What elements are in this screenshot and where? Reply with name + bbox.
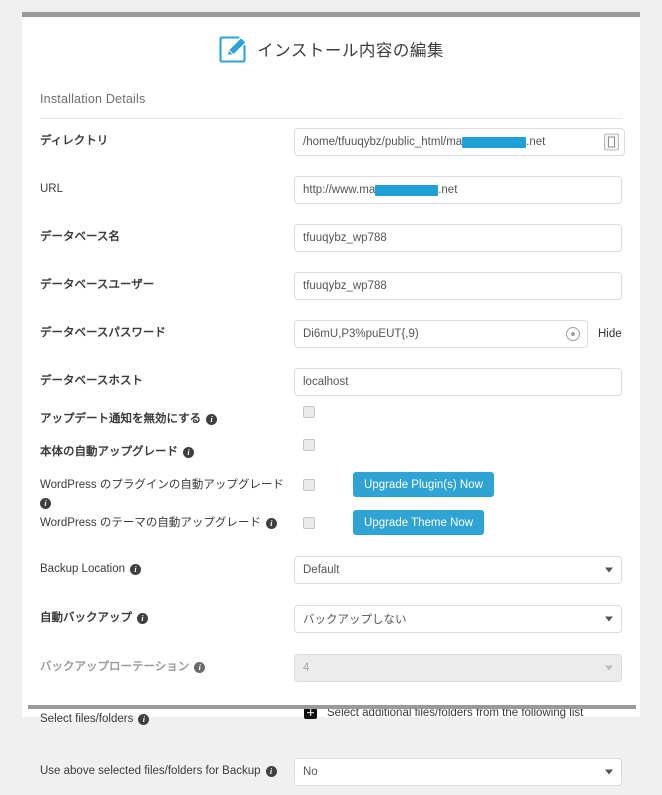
disable-update-notify-checkbox[interactable] — [303, 406, 315, 418]
url-input[interactable]: http://www.ma .net — [294, 176, 622, 204]
url-value-prefix: http://www.ma — [303, 184, 376, 196]
label-directory-text: ディレクトリ — [40, 135, 109, 147]
directory-input-wrapper: /home/tfuuqybz/public_html/ma .net — [294, 128, 625, 156]
info-icon[interactable]: i — [138, 714, 150, 725]
label-database-password-text: データベースパスワード — [40, 327, 166, 339]
info-icon[interactable]: i — [183, 447, 194, 458]
installation-details-panel: インストール内容の編集 Installation Details ディレクトリ … — [22, 17, 640, 786]
row-backup-rotation: バックアップローテーション i 4 — [22, 653, 640, 691]
bottom-divider-bar — [28, 705, 636, 709]
info-icon[interactable]: i — [265, 766, 277, 777]
info-icon[interactable]: i — [130, 564, 142, 575]
label-database-host-text: データベースホスト — [40, 375, 143, 387]
directory-value-suffix: .net — [526, 136, 546, 148]
label-database-password: データベースパスワード — [40, 319, 294, 341]
backup-location-select[interactable]: Default — [294, 556, 622, 584]
row-use-selected-for-backup: Use above selected files/folders for Bac… — [22, 757, 640, 795]
label-auto-backup-text: 自動バックアップ — [40, 612, 132, 624]
database-user-input[interactable] — [294, 272, 622, 300]
row-backup-location: Backup Location i Default — [22, 555, 640, 593]
auto-upgrade-core-checkbox[interactable] — [303, 439, 315, 451]
show-password-icon[interactable] — [566, 327, 580, 341]
info-icon[interactable]: i — [206, 414, 218, 425]
row-database-name: データベース名 — [22, 223, 640, 261]
label-url-text: URL — [40, 183, 64, 195]
directory-value: /home/tfuuqybz/public_html/ma .net — [303, 136, 545, 148]
row-auto-upgrade-themes: WordPress のテーマの自動アップグレード i Upgrade Theme… — [22, 509, 640, 546]
chevron-down-icon — [605, 616, 613, 622]
row-database-user: データベースユーザー — [22, 271, 640, 309]
label-database-name-text: データベース名 — [40, 231, 120, 243]
directory-redaction — [462, 136, 527, 148]
label-auto-upgrade-core: 本体の自動アップグレード i — [40, 438, 294, 460]
hide-password-link[interactable]: Hide — [598, 328, 622, 340]
url-value: http://www.ma .net — [303, 184, 457, 196]
label-auto-upgrade-plugins-text: WordPress のプラグインの自動アップグレード — [40, 479, 284, 491]
label-use-selected-for-backup-text: Use above selected files/folders for Bac… — [40, 765, 261, 777]
edit-pencil-icon — [218, 35, 247, 64]
database-name-input[interactable] — [294, 224, 622, 252]
label-database-name: データベース名 — [40, 223, 294, 245]
auto-upgrade-themes-checkbox[interactable] — [303, 516, 315, 529]
label-database-user: データベースユーザー — [40, 271, 294, 293]
row-auto-backup: 自動バックアップ i バックアップしない — [22, 604, 640, 642]
auto-upgrade-plugins-checkbox[interactable] — [303, 478, 315, 491]
backup-location-value: Default — [303, 564, 340, 576]
row-directory: ディレクトリ /home/tfuuqybz/public_html/ma .ne… — [22, 127, 640, 165]
label-database-host: データベースホスト — [40, 367, 294, 389]
row-disable-update-notify: アップデート通知を無効にする i — [22, 405, 640, 438]
directory-input[interactable]: /home/tfuuqybz/public_html/ma .net — [294, 128, 625, 156]
auto-backup-value: バックアップしない — [303, 614, 407, 626]
label-disable-update-notify-text: アップデート通知を無効にする — [40, 413, 202, 425]
row-url: URL http://www.ma .net — [22, 175, 640, 213]
row-database-host: データベースホスト — [22, 367, 640, 405]
row-auto-upgrade-plugins: WordPress のプラグインの自動アップグレード i Upgrade Plu… — [22, 471, 640, 509]
label-database-user-text: データベースユーザー — [40, 279, 155, 291]
upgrade-plugins-button[interactable]: Upgrade Plugin(s) Now — [353, 472, 494, 497]
database-password-wrapper — [294, 320, 588, 348]
label-auto-upgrade-themes-text: WordPress のテーマの自動アップグレード — [40, 517, 261, 529]
chevron-down-icon — [605, 665, 613, 671]
info-icon[interactable]: i — [194, 662, 206, 673]
page-title-text: インストール内容の編集 — [257, 42, 444, 60]
info-icon[interactable]: i — [40, 498, 51, 509]
section-divider — [40, 118, 622, 119]
section-heading: Installation Details — [40, 92, 146, 106]
label-directory: ディレクトリ — [40, 127, 294, 149]
label-backup-rotation: バックアップローテーション i — [40, 653, 294, 675]
url-redaction — [375, 184, 439, 196]
auto-backup-select[interactable]: バックアップしない — [294, 605, 622, 633]
url-value-suffix: .net — [438, 184, 458, 196]
directory-value-prefix: /home/tfuuqybz/public_html/ma — [303, 136, 463, 148]
chevron-down-icon — [605, 769, 613, 775]
label-url: URL — [40, 175, 294, 197]
label-backup-location: Backup Location i — [40, 555, 294, 577]
page-title: インストール内容の編集 — [22, 17, 640, 69]
label-auto-upgrade-themes: WordPress のテーマの自動アップグレード i — [40, 509, 294, 531]
directory-browse-icon[interactable] — [604, 133, 619, 151]
database-password-input[interactable] — [294, 320, 588, 348]
backup-rotation-select: 4 — [294, 654, 622, 682]
label-auto-backup: 自動バックアップ i — [40, 604, 294, 626]
use-selected-for-backup-select[interactable]: No — [294, 758, 622, 786]
label-auto-upgrade-plugins: WordPress のプラグインの自動アップグレード i — [40, 471, 294, 509]
database-host-input[interactable] — [294, 368, 622, 396]
label-auto-upgrade-core-text: 本体の自動アップグレード — [40, 446, 178, 458]
label-backup-location-text: Backup Location — [40, 563, 126, 575]
installation-details-form: ディレクトリ /home/tfuuqybz/public_html/ma .ne… — [22, 127, 640, 795]
upgrade-themes-button[interactable]: Upgrade Theme Now — [353, 510, 485, 535]
chevron-down-icon — [605, 567, 613, 573]
label-backup-rotation-text: バックアップローテーション — [40, 661, 190, 673]
label-disable-update-notify: アップデート通知を無効にする i — [40, 405, 294, 427]
label-use-selected-for-backup: Use above selected files/folders for Bac… — [40, 757, 294, 779]
row-auto-upgrade-core: 本体の自動アップグレード i — [22, 438, 640, 471]
info-icon[interactable]: i — [265, 518, 277, 529]
use-selected-for-backup-value: No — [303, 766, 318, 778]
row-select-files-folders: Select files/folders i Select additional… — [22, 705, 640, 735]
backup-rotation-value: 4 — [303, 662, 310, 674]
row-database-password: データベースパスワード Hide — [22, 319, 640, 357]
info-icon[interactable]: i — [137, 613, 148, 624]
label-select-files-folders-text: Select files/folders — [40, 713, 134, 725]
